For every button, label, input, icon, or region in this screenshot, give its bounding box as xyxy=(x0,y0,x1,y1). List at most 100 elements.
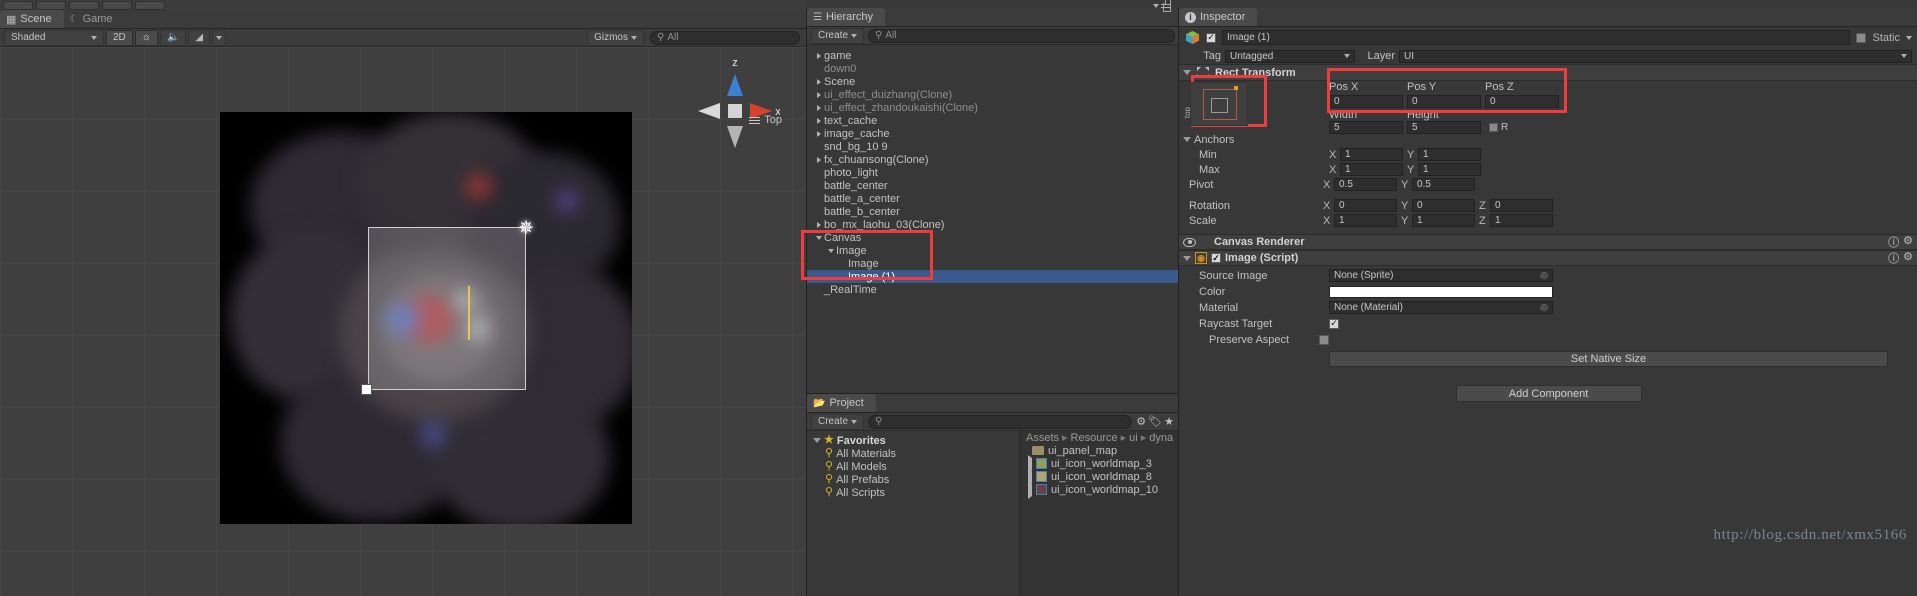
chevron-down-icon[interactable] xyxy=(813,235,824,240)
chevron-down-icon[interactable] xyxy=(1906,35,1912,40)
toggle-lighting-button[interactable]: ☼ xyxy=(134,29,158,46)
tab-game[interactable]: ☾ Game xyxy=(63,10,125,28)
hierarchy-search-input[interactable]: ⚲ All xyxy=(868,28,1175,43)
anchor-max-x-input[interactable]: 1 xyxy=(1340,163,1403,176)
tag-dropdown[interactable]: Untagged xyxy=(1225,49,1355,63)
chevron-down-icon[interactable] xyxy=(1183,137,1191,142)
chevron-right-icon[interactable] xyxy=(813,104,824,111)
hierarchy-item[interactable]: ui_effect_duizhang(Clone) xyxy=(807,88,1179,101)
chevron-right-icon[interactable] xyxy=(813,130,824,137)
source-image-object-field[interactable]: None (Sprite) ◎ xyxy=(1329,269,1553,282)
rotation-z-input[interactable]: 0 xyxy=(1490,199,1553,212)
chevron-right-icon[interactable] xyxy=(813,91,824,98)
project-search-input[interactable]: ⚲ xyxy=(868,414,1133,429)
chevron-down-icon[interactable] xyxy=(1183,255,1191,261)
breadcrumb-segment[interactable]: Resource xyxy=(1071,432,1118,444)
hierarchy-item[interactable]: Canvas xyxy=(807,231,1179,244)
layer-dropdown[interactable]: UI xyxy=(1399,49,1912,63)
pos-y-input[interactable]: 0 xyxy=(1407,95,1481,108)
toolbar-button-rect[interactable] xyxy=(135,0,165,10)
hierarchy-item[interactable]: Image xyxy=(807,244,1179,257)
hierarchy-create-button[interactable]: Create xyxy=(811,27,865,44)
tab-scene[interactable]: ▦ Scene xyxy=(0,10,64,28)
toolbar-button-scale[interactable] xyxy=(102,0,132,10)
hierarchy-item[interactable]: text_cache xyxy=(807,114,1179,127)
tab-project[interactable]: 📂 Project xyxy=(807,394,876,412)
hierarchy-item[interactable]: battle_a_center xyxy=(807,192,1179,205)
blueprint-mode-toggle[interactable] xyxy=(1489,123,1498,132)
width-input[interactable]: 5 xyxy=(1329,121,1403,134)
scene-view-orientation-label[interactable]: Top xyxy=(749,114,782,126)
scale-x-input[interactable]: 1 xyxy=(1334,214,1397,227)
hierarchy-item[interactable]: Image xyxy=(807,257,1179,270)
hierarchy-tree[interactable]: game down0 Scene ui_effect_duizhang(Clone) u… xyxy=(807,45,1179,393)
hierarchy-item[interactable]: Scene xyxy=(807,75,1179,88)
project-asset-list[interactable]: Assets ▸ Resource ▸ ui ▸ dyna ui_panel_map ui_i… xyxy=(1019,431,1179,596)
canvas-renderer-gear-icon[interactable]: ⚙ xyxy=(1903,234,1913,250)
project-favorites-root[interactable]: ★ Favorites xyxy=(807,434,1019,447)
image-script-help-icon[interactable]: ⓘ xyxy=(1888,250,1899,266)
shading-mode-dropdown[interactable]: Shaded xyxy=(4,29,104,46)
anchor-max-y-input[interactable]: 1 xyxy=(1418,163,1481,176)
breadcrumb-segment[interactable]: Assets xyxy=(1026,432,1059,444)
scene-viewport[interactable]: ✵ z x Top xyxy=(0,47,806,596)
hierarchy-item[interactable]: battle_b_center xyxy=(807,205,1179,218)
hierarchy-item[interactable]: bo_mx_laohu_03(Clone) xyxy=(807,218,1179,231)
hierarchy-item-selected[interactable]: Image (1) xyxy=(807,270,1179,283)
project-asset-row[interactable]: ui_icon_worldmap_8 xyxy=(1020,467,1179,486)
toggle-2d-button[interactable]: 2D xyxy=(106,29,133,46)
chevron-down-icon[interactable] xyxy=(1183,70,1191,75)
chevron-right-icon[interactable] xyxy=(813,78,824,85)
preserve-aspect-checkbox[interactable] xyxy=(1319,334,1329,345)
rotation-y-input[interactable]: 0 xyxy=(1412,199,1475,212)
pivot-y-input[interactable]: 0.5 xyxy=(1412,178,1475,191)
anchors-foldout[interactable]: Anchors xyxy=(1179,133,1917,146)
height-input[interactable]: 5 xyxy=(1407,121,1481,134)
canvas-renderer-header[interactable]: Canvas Renderer ⓘ ⚙ xyxy=(1179,234,1917,250)
object-name-input[interactable]: Image (1) xyxy=(1222,30,1851,45)
anchor-min-x-input[interactable]: 1 xyxy=(1340,148,1403,161)
project-favorite-item[interactable]: ⚲ All Models xyxy=(807,460,1019,473)
filter-by-type-icon[interactable]: ⚙ xyxy=(1136,415,1146,428)
hierarchy-item[interactable]: game xyxy=(807,49,1179,62)
pos-x-input[interactable]: 0 xyxy=(1329,95,1403,108)
object-enabled-checkbox[interactable]: ✓ xyxy=(1206,32,1216,43)
breadcrumb[interactable]: Assets ▸ Resource ▸ ui ▸ dyna xyxy=(1020,431,1179,445)
chevron-down-icon[interactable] xyxy=(825,248,836,253)
toolbar-button-move[interactable] xyxy=(36,0,66,10)
anchor-preset-preview[interactable] xyxy=(1190,82,1248,126)
image-script-enabled-checkbox[interactable]: ✓ xyxy=(1211,253,1221,263)
chevron-right-icon[interactable] xyxy=(813,52,824,59)
rotation-x-input[interactable]: 0 xyxy=(1334,199,1397,212)
favorite-star-icon[interactable]: ★ xyxy=(1164,415,1174,428)
project-favorite-item[interactable]: ⚲ All Scripts xyxy=(807,486,1019,499)
set-native-size-button[interactable]: Set Native Size xyxy=(1329,351,1888,367)
tab-hierarchy[interactable]: ☰ Hierarchy xyxy=(807,8,886,26)
hierarchy-item[interactable]: down0 xyxy=(807,62,1179,75)
hierarchy-item[interactable]: snd_bg_10 9 xyxy=(807,140,1179,153)
static-checkbox[interactable] xyxy=(1856,32,1867,43)
chevron-right-icon[interactable] xyxy=(813,221,824,228)
project-favorites-tree[interactable]: ★ Favorites ⚲ All Materials ⚲ All Models ⚲ Al… xyxy=(807,431,1019,596)
project-asset-row[interactable]: ui_icon_worldmap_10 xyxy=(1020,480,1179,499)
chevron-right-icon[interactable] xyxy=(813,117,824,124)
breadcrumb-segment[interactable]: ui xyxy=(1129,432,1138,444)
project-favorite-item[interactable]: ⚲ All Prefabs xyxy=(807,473,1019,486)
effects-dropdown[interactable] xyxy=(212,29,227,46)
rect-transform-header[interactable]: Rect Transform xyxy=(1179,64,1917,81)
rect-resize-handle[interactable] xyxy=(361,384,372,395)
project-asset-row[interactable]: ui_icon_worldmap_3 xyxy=(1020,454,1179,473)
breadcrumb-segment[interactable]: dyna xyxy=(1149,432,1173,444)
toggle-audio-button[interactable]: 🔈 xyxy=(159,29,187,46)
scene-search-input[interactable]: ⚲ All xyxy=(650,30,800,45)
chevron-right-icon[interactable] xyxy=(1028,480,1032,499)
filter-by-label-icon[interactable]: 🏷 xyxy=(1148,415,1162,428)
scene-orientation-gizmo[interactable]: z x xyxy=(690,52,780,172)
hierarchy-item[interactable]: fx_chuansong(Clone) xyxy=(807,153,1179,166)
inspector-lock-icon[interactable] xyxy=(1163,0,1171,12)
tab-inspector[interactable]: i Inspector xyxy=(1179,8,1258,26)
hierarchy-item[interactable]: image_cache xyxy=(807,127,1179,140)
hierarchy-item[interactable]: battle_center xyxy=(807,179,1179,192)
toolbar-button-rotate[interactable] xyxy=(69,0,99,10)
pos-z-input[interactable]: 0 xyxy=(1485,95,1559,108)
